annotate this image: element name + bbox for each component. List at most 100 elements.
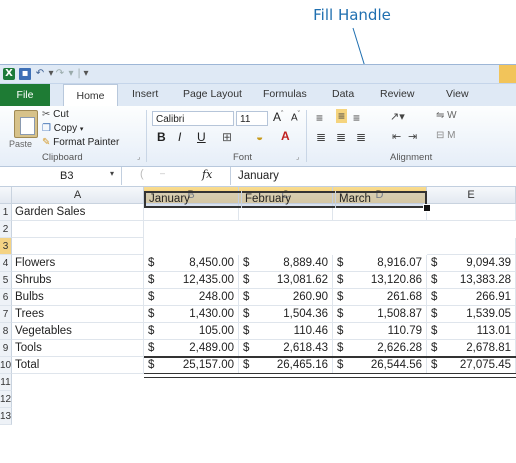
cell-value[interactable]: $13,383.28 (427, 272, 516, 289)
cancel-entry-icon[interactable]: ( (140, 168, 144, 180)
cell-value[interactable]: $110.79 (333, 323, 427, 340)
cell-value[interactable]: $8,889.40 (239, 255, 333, 272)
italic-button[interactable]: I (178, 130, 181, 144)
select-all-corner[interactable] (0, 187, 12, 204)
row-label-trees[interactable]: Trees (12, 306, 144, 323)
row-label-vegetables[interactable]: Vegetables (12, 323, 144, 340)
cell-value[interactable]: $1,430.00 (144, 306, 239, 323)
tab-review[interactable]: Review (380, 88, 414, 100)
cell-e1[interactable] (427, 204, 516, 221)
center-icon[interactable]: ≣ (336, 130, 346, 144)
row-header-11[interactable]: 11 (0, 374, 12, 391)
cell-value[interactable]: $113.01 (427, 323, 516, 340)
row-label-total[interactable]: Total (12, 357, 144, 374)
align-left-icon[interactable]: ≣ (316, 130, 326, 144)
row-header-2[interactable]: 2 (0, 221, 12, 238)
formula-input[interactable]: January (238, 167, 279, 185)
cell-value[interactable]: $2,678.81 (427, 340, 516, 357)
row-header-6[interactable]: 6 (0, 289, 12, 306)
excel-icon[interactable]: X (3, 68, 15, 80)
column-header-a[interactable]: A (12, 187, 144, 204)
fill-handle[interactable] (423, 204, 431, 212)
cell-value[interactable]: $25,157.00 (144, 357, 239, 374)
insert-function-icon[interactable]: fx (202, 168, 212, 181)
font-name-combo[interactable]: Calibri (152, 111, 234, 126)
cell-c3-february[interactable]: February (241, 191, 333, 208)
row-label-shrubs[interactable]: Shrubs (12, 272, 144, 289)
cell-a3[interactable] (12, 238, 144, 255)
cell-value[interactable]: $105.00 (144, 323, 239, 340)
paste-button[interactable]: Paste (9, 139, 32, 149)
cell-value[interactable]: $8,450.00 (144, 255, 239, 272)
copy-button[interactable]: ❐ Copy ▾ (42, 123, 83, 134)
cell-value[interactable]: $2,489.00 (144, 340, 239, 357)
font-color-icon[interactable]: A (281, 129, 290, 143)
tab-home[interactable]: Home (63, 84, 118, 106)
cell-value[interactable]: $27,075.45 (427, 357, 516, 374)
align-right-icon[interactable]: ≣ (356, 130, 366, 144)
cell-value[interactable]: $260.90 (239, 289, 333, 306)
cell-value[interactable]: $26,465.16 (239, 357, 333, 374)
tab-data[interactable]: Data (332, 88, 354, 100)
underline-button[interactable]: U (197, 130, 206, 144)
row-header-13[interactable]: 13 (0, 408, 12, 425)
cell-value[interactable]: $26,544.56 (333, 357, 427, 374)
row-label-flowers[interactable]: Flowers (12, 255, 144, 272)
cell-value[interactable]: $13,081.62 (239, 272, 333, 289)
row-label-bulbs[interactable]: Bulbs (12, 289, 144, 306)
row-header-4[interactable]: 4 (0, 255, 12, 272)
font-launcher-icon[interactable]: ⌟ (296, 153, 299, 161)
cell-a1-title[interactable]: Garden Sales (12, 204, 144, 221)
row-header-9[interactable]: 9 (0, 340, 12, 357)
tab-formulas[interactable]: Formulas (263, 88, 307, 100)
paste-icon[interactable] (14, 110, 38, 138)
row-header-5[interactable]: 5 (0, 272, 12, 289)
cut-button[interactable]: ✂ Cut (42, 109, 69, 120)
decrease-indent-icon[interactable]: ⇤ (392, 130, 401, 143)
cell-e3[interactable] (427, 238, 516, 255)
row-header-7[interactable]: 7 (0, 306, 12, 323)
save-icon[interactable]: ▪ (19, 68, 31, 80)
tab-view[interactable]: View (446, 88, 469, 100)
cell-value[interactable]: $1,508.87 (333, 306, 427, 323)
grow-font-icon[interactable]: Aˆ (273, 110, 283, 124)
format-painter-button[interactable]: ✎ Format Painter (42, 137, 119, 148)
row-header-8[interactable]: 8 (0, 323, 12, 340)
borders-icon[interactable]: ⊞ (222, 130, 232, 144)
cell-b3-january[interactable]: January (146, 191, 239, 208)
row-header-1[interactable]: 1 (0, 204, 12, 221)
row-header-12[interactable]: 12 (0, 391, 12, 408)
cell-value[interactable]: $1,539.05 (427, 306, 516, 323)
cell-value[interactable]: $110.46 (239, 323, 333, 340)
cell-value[interactable]: $261.68 (333, 289, 427, 306)
shrink-font-icon[interactable]: Aˇ (291, 111, 300, 123)
bold-button[interactable]: B (157, 130, 166, 144)
enter-icon[interactable]: – (160, 168, 165, 178)
cell-value[interactable]: $2,626.28 (333, 340, 427, 357)
font-size-combo[interactable]: 11 (236, 111, 268, 126)
tab-file[interactable]: File (0, 84, 50, 106)
increase-indent-icon[interactable]: ⇥ (408, 130, 417, 143)
cell-value[interactable]: $9,094.39 (427, 255, 516, 272)
merge-center-button[interactable]: ⊟ M (436, 130, 456, 141)
cell-d3-march[interactable]: March (335, 191, 425, 208)
align-middle-icon[interactable]: ≡ (336, 109, 348, 123)
cell-value[interactable]: $2,618.43 (239, 340, 333, 357)
cell-value[interactable]: $13,120.86 (333, 272, 427, 289)
column-header-e[interactable]: E (427, 187, 516, 204)
align-bottom-icon[interactable]: ≡ (353, 111, 360, 125)
name-box[interactable]: B3 (0, 167, 122, 185)
cell-value[interactable]: $12,435.00 (144, 272, 239, 289)
row-label-tools[interactable]: Tools (12, 340, 144, 357)
clipboard-launcher-icon[interactable]: ⌟ (137, 153, 140, 161)
cell-value[interactable]: $266.91 (427, 289, 516, 306)
row-header-10[interactable]: 10 (0, 357, 12, 374)
cell-value[interactable]: $8,916.07 (333, 255, 427, 272)
tab-page-layout[interactable]: Page Layout (183, 88, 242, 100)
align-top-icon[interactable]: ≡ (316, 111, 323, 125)
fill-color-icon[interactable]: ◒ (256, 130, 263, 144)
wrap-text-button[interactable]: ⇋ W (436, 110, 457, 121)
cell-value[interactable]: $248.00 (144, 289, 239, 306)
row-header-3[interactable]: 3 (0, 238, 12, 255)
customize-toolbar-icon[interactable]: ▾ (80, 68, 92, 80)
